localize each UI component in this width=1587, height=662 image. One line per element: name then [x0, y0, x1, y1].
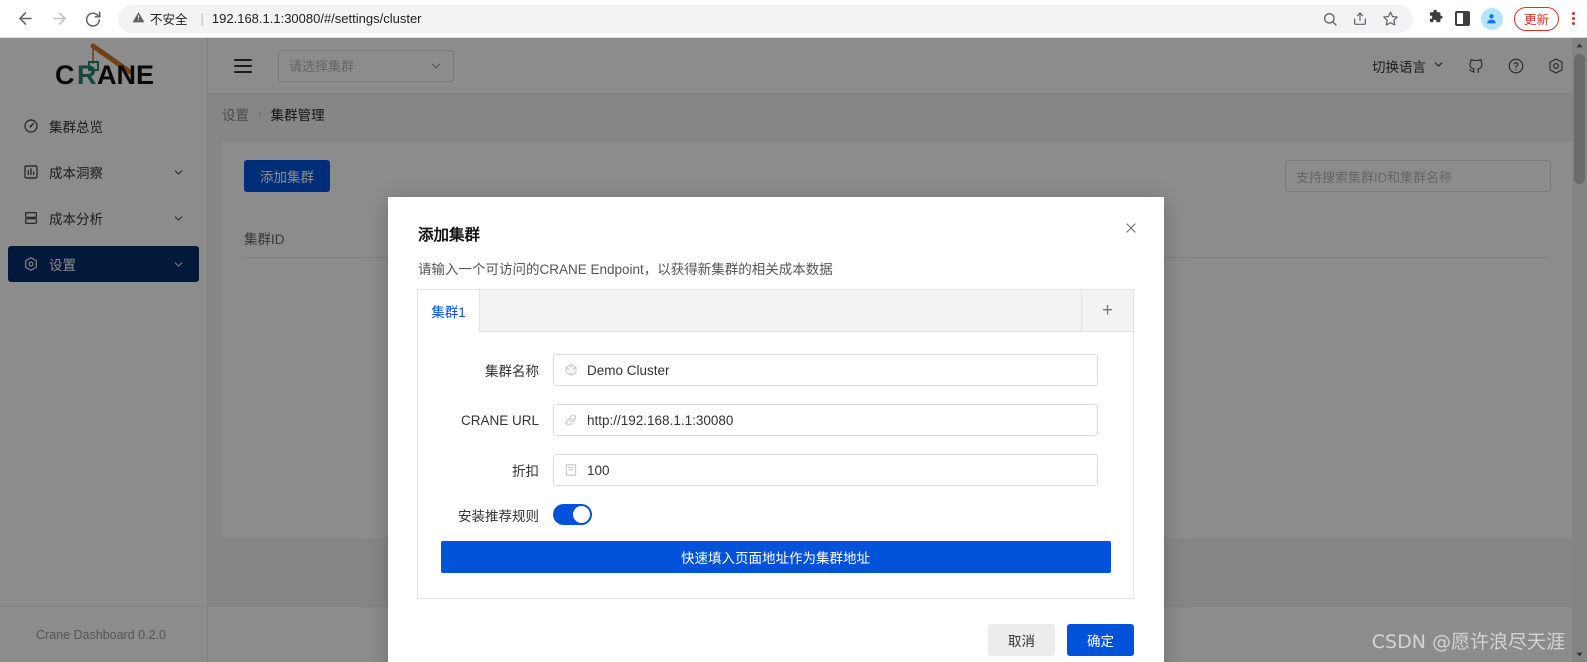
cluster-name-input[interactable]: Demo Cluster	[553, 354, 1098, 386]
cancel-button[interactable]: 取消	[988, 624, 1055, 656]
dialog-footer: 取消 确定	[988, 624, 1134, 656]
add-cluster-dialog: 添加集群 请输入一个可访问的CRANE Endpoint，以获得新集群的相关成本…	[388, 197, 1164, 662]
omnibox-divider: |	[200, 11, 204, 26]
close-x-icon[interactable]	[1120, 217, 1142, 239]
kebab-menu-icon[interactable]	[1570, 12, 1577, 25]
add-tab-button[interactable]: +	[1081, 290, 1133, 331]
field-crane-url: CRANE URL http://192.168.1.1:30080	[418, 404, 1133, 436]
cluster-tabs-card: 集群1 + 集群名称 Demo Cluster CRANE URL http:/…	[417, 289, 1134, 599]
security-indicator[interactable]: 不安全 |	[132, 9, 212, 28]
field-label: 折扣	[512, 464, 539, 479]
forward-arrow-icon[interactable]	[44, 4, 74, 34]
share-icon[interactable]	[1352, 11, 1368, 27]
field-label: CRANE URL	[460, 412, 539, 428]
field-label: 集群名称	[485, 364, 539, 379]
tab-cluster-1[interactable]: 集群1	[418, 290, 480, 332]
cluster-tabs-bar: 集群1 +	[418, 290, 1133, 332]
url-text: 192.168.1.1:30080/#/settings/cluster	[211, 11, 422, 26]
toggle-label: 安装推荐规则	[458, 508, 539, 524]
discount-value: 100	[587, 462, 610, 478]
form-list-icon	[564, 463, 578, 477]
screenshot-root: 不安全 | 192.168.1.1:30080/#/settings/clust…	[0, 0, 1587, 662]
back-arrow-icon[interactable]	[10, 4, 40, 34]
install-recommendation-rule-toggle[interactable]	[553, 504, 592, 525]
crane-url-value: http://192.168.1.1:30080	[587, 412, 734, 428]
reload-icon[interactable]	[78, 4, 108, 34]
browser-toolbar: 不安全 | 192.168.1.1:30080/#/settings/clust…	[0, 0, 1587, 38]
update-button[interactable]: 更新	[1513, 6, 1559, 31]
address-bar[interactable]: 不安全 | 192.168.1.1:30080/#/settings/clust…	[118, 4, 1413, 33]
dialog-title: 添加集群	[418, 227, 481, 244]
app-page: C R ANE 集群总览 成本洞察 成本分析 设置 Crane Dashboar…	[0, 38, 1587, 662]
discount-input[interactable]: 100	[553, 454, 1098, 486]
watermark: CSDN @愿许浪尽天涯	[1371, 631, 1565, 653]
cluster-form: 集群名称 Demo Cluster CRANE URL http://192.1…	[418, 332, 1133, 573]
profile-avatar-icon[interactable]	[1480, 7, 1503, 30]
security-label: 不安全	[150, 13, 188, 27]
side-panel-icon[interactable]	[1454, 11, 1470, 26]
quick-fill-url-button[interactable]: 快速填入页面地址作为集群地址	[440, 541, 1111, 573]
search-zoom-icon[interactable]	[1322, 11, 1338, 27]
link-icon	[564, 413, 578, 427]
field-discount: 折扣 100	[418, 454, 1133, 486]
cluster-node-icon	[564, 363, 578, 377]
dialog-description: 请输入一个可访问的CRANE Endpoint，以获得新集群的相关成本数据	[418, 262, 833, 277]
field-cluster-name: 集群名称 Demo Cluster	[418, 354, 1133, 386]
confirm-button[interactable]: 确定	[1067, 624, 1134, 656]
field-install-recommendation-rule: 安装推荐规则	[418, 504, 1133, 525]
warning-triangle-icon	[132, 11, 145, 26]
star-icon[interactable]	[1382, 10, 1399, 27]
crane-url-input[interactable]: http://192.168.1.1:30080	[553, 404, 1098, 436]
cluster-name-value: Demo Cluster	[587, 362, 670, 378]
puzzle-icon[interactable]	[1427, 8, 1444, 30]
